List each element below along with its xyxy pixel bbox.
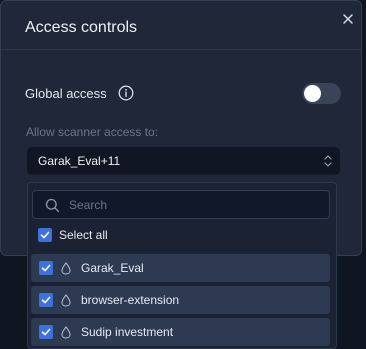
option-checkbox[interactable]: [39, 261, 53, 275]
check-icon: [41, 264, 51, 272]
scanner-access-dropdown: Select all Garak_Eval browser-extension: [27, 182, 337, 349]
modal-header: Access controls: [1, 1, 361, 50]
option-checkbox[interactable]: [39, 293, 53, 307]
option-browser-extension[interactable]: browser-extension: [31, 286, 330, 314]
selected-value: Garak_Eval+11: [38, 154, 121, 168]
option-label: Sudip investment: [81, 325, 174, 339]
select-all-label: Select all: [59, 228, 108, 242]
select-all-checkbox[interactable]: [38, 228, 52, 242]
modal-title: Access controls: [25, 19, 138, 36]
info-icon[interactable]: [118, 85, 134, 101]
scanner-access-select[interactable]: Garak_Eval+11: [27, 147, 340, 175]
search-box: [32, 190, 330, 219]
close-icon[interactable]: [341, 12, 355, 26]
drop-icon: [61, 262, 71, 275]
drop-icon: [61, 326, 71, 339]
chevron-up-down-icon: [323, 154, 333, 168]
option-label: browser-extension: [81, 293, 180, 307]
global-access-label: Global access: [25, 86, 107, 101]
toggle-knob: [304, 85, 321, 102]
global-access-toggle[interactable]: [302, 83, 341, 104]
search-icon: [45, 198, 60, 213]
check-icon: [40, 231, 50, 239]
option-label: Garak_Eval: [81, 261, 144, 275]
option-garak-eval[interactable]: Garak_Eval: [31, 254, 330, 282]
check-icon: [41, 328, 51, 336]
check-icon: [41, 296, 51, 304]
search-input[interactable]: [69, 195, 319, 215]
option-sudip-investment[interactable]: Sudip investment: [31, 318, 330, 346]
option-checkbox[interactable]: [39, 325, 53, 339]
scanner-access-label: Allow scanner access to:: [26, 125, 159, 139]
global-access-row: Global access: [25, 83, 341, 105]
drop-icon: [61, 294, 71, 307]
select-all-option[interactable]: Select all: [38, 228, 238, 244]
